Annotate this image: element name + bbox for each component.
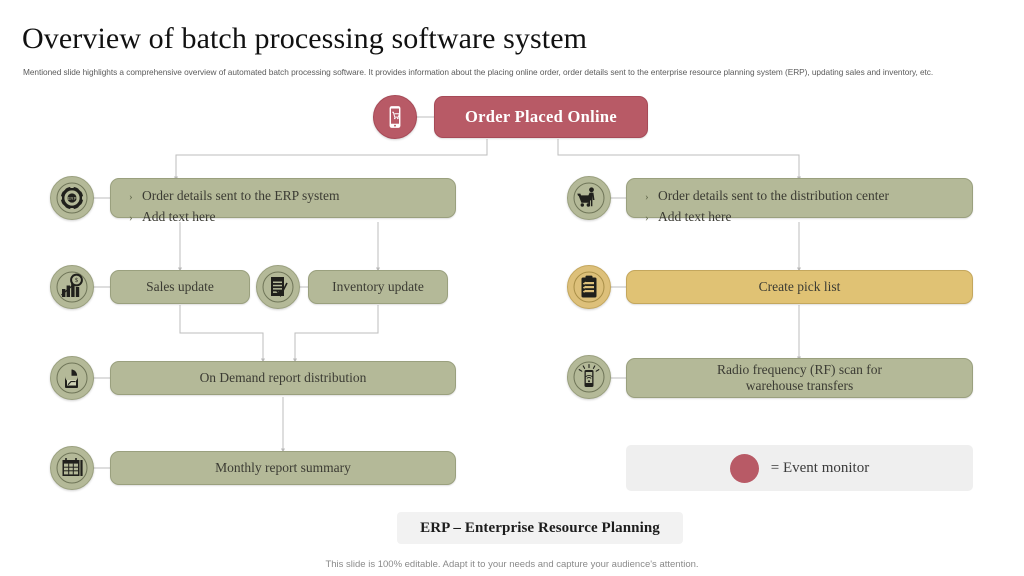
report-clipboard-icon [50,356,94,400]
slide-canvas: Overview of batch processing software sy… [0,0,1024,576]
node-label: Sales update [146,279,214,294]
svg-text:$: $ [75,277,78,284]
node-label: Create pick list [758,279,841,294]
node-label-line2: warehouse transfers [745,378,854,393]
erp-abbreviation-text: ERP – Enterprise Resource Planning [420,519,660,536]
node-label: Monthly report summary [215,460,351,475]
chevron-right-icon: › [645,191,649,203]
node-label: On Demand report distribution [199,370,367,385]
pick-list-clipboard-icon [567,265,611,309]
bullet-text: Add text here [142,209,216,224]
node-order-placed-online[interactable]: Order Placed Online [434,96,648,138]
node-create-pick-list[interactable]: Create pick list [626,270,973,304]
node-label: Inventory update [332,279,424,294]
node-on-demand-report[interactable]: On Demand report distribution [110,361,456,395]
chevron-right-icon: › [129,212,133,224]
bullet-item: › Order details sent to the ERP system [129,186,441,207]
erp-abbreviation-note: ERP – Enterprise Resource Planning [397,512,683,544]
bullet-item: › Add text here [645,207,958,228]
bullet-item: › Add text here [129,207,441,228]
node-label: Radio frequency (RF) scan for warehouse … [717,362,882,394]
node-inventory-update[interactable]: Inventory update [308,270,448,304]
event-monitor-marker-icon [729,453,759,483]
editable-note: This slide is 100% editable. Adapt it to… [325,559,699,570]
rf-scanner-icon [567,355,611,399]
sales-chart-icon: $ [50,265,94,309]
legend: = Event monitor [626,445,973,491]
worker-cart-icon [567,176,611,220]
svg-text:ERP: ERP [67,196,76,201]
node-label: Order Placed Online [464,107,618,126]
calendar-table-icon [50,446,94,490]
chevron-right-icon: › [645,212,649,224]
bullet-text: Order details sent to the ERP system [142,188,340,203]
bullet-text: Add text here [658,209,732,224]
erp-gear-icon: ERP [50,176,94,220]
chevron-right-icon: › [129,191,133,203]
node-erp-details[interactable]: › Order details sent to the ERP system ›… [110,178,456,224]
bullet-item: › Order details sent to the distribution… [645,186,958,207]
node-distribution-details[interactable]: › Order details sent to the distribution… [626,178,973,224]
legend-label: = Event monitor [770,459,870,476]
node-rf-scan[interactable]: Radio frequency (RF) scan for warehouse … [626,358,973,398]
page-title: Overview of batch processing software sy… [22,22,588,55]
page-subtitle: Mentioned slide highlights a comprehensi… [23,67,934,77]
node-label-line1: Radio frequency (RF) scan for [717,362,882,377]
node-monthly-report[interactable]: Monthly report summary [110,451,456,485]
inventory-document-icon [256,265,300,309]
mobile-shopping-cart-icon [373,95,417,139]
node-sales-update[interactable]: Sales update [110,270,250,304]
bullet-text: Order details sent to the distribution c… [658,188,889,203]
